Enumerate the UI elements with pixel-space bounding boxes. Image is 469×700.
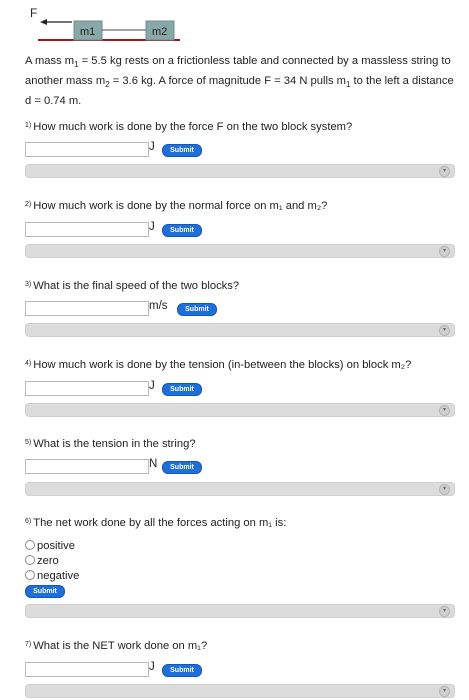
option-zero[interactable]: zero xyxy=(25,555,59,567)
hint-bar-7[interactable]: ▾ xyxy=(25,684,455,698)
question-4-title: 4) How much work is done by the tension (… xyxy=(25,359,412,371)
block-m1-label: m1 xyxy=(80,26,95,38)
submit-button-5[interactable]: Submit xyxy=(162,461,202,474)
unit-label-2: J xyxy=(149,221,155,233)
expand-icon[interactable]: ▾ xyxy=(439,686,450,697)
expand-icon[interactable]: ▾ xyxy=(439,606,450,617)
unit-label-7: J xyxy=(149,661,155,673)
radio-button[interactable] xyxy=(25,570,35,580)
submit-button-3[interactable]: Submit xyxy=(177,303,217,316)
hint-bar-4[interactable]: ▾ xyxy=(25,403,455,417)
submit-button-1[interactable]: Submit xyxy=(162,144,202,157)
expand-icon[interactable]: ▾ xyxy=(439,166,450,177)
expand-icon[interactable]: ▾ xyxy=(439,246,450,257)
unit-label-3: m/s xyxy=(149,300,168,312)
answer-input-4[interactable] xyxy=(25,381,149,396)
radio-button[interactable] xyxy=(25,555,35,565)
answer-input-7[interactable] xyxy=(25,662,149,677)
answer-input-3[interactable] xyxy=(25,301,149,316)
answer-input-1[interactable] xyxy=(25,142,149,157)
answer-input-2[interactable] xyxy=(25,222,149,237)
question-6-title: 6) The net work done by all the forces ac… xyxy=(25,517,287,529)
block-m2-label: m2 xyxy=(152,26,167,38)
force-arrow-head xyxy=(40,19,47,25)
submit-button-2[interactable]: Submit xyxy=(162,224,202,237)
option-negative[interactable]: negative xyxy=(25,570,79,582)
question-7-title: 7) What is the NET work done on m₁? xyxy=(25,640,208,652)
unit-label-1: J xyxy=(149,141,155,153)
question-5-title: 5) What is the tension in the string? xyxy=(25,438,196,450)
hint-bar-1[interactable]: ▾ xyxy=(25,164,455,178)
unit-label-5: N xyxy=(149,458,158,470)
hint-bar-6[interactable]: ▾ xyxy=(25,604,455,618)
expand-icon[interactable]: ▾ xyxy=(439,405,450,416)
question-1-title: 1) How much work is done by the force F o… xyxy=(25,121,353,133)
hint-bar-5[interactable]: ▾ xyxy=(25,482,455,496)
question-2-title: 2) How much work is done by the normal fo… xyxy=(25,200,328,212)
expand-icon[interactable]: ▾ xyxy=(439,484,450,495)
option-positive[interactable]: positive xyxy=(25,540,75,552)
submit-button-6[interactable]: Submit xyxy=(25,585,65,598)
force-label: F xyxy=(30,6,37,20)
submit-button-7[interactable]: Submit xyxy=(162,664,202,677)
question-3-title: 3) What is the final speed of the two blo… xyxy=(25,280,240,292)
blocks-diagram: F m1 m2 xyxy=(30,6,180,41)
expand-icon[interactable]: ▾ xyxy=(439,325,450,336)
unit-label-4: J xyxy=(149,380,155,392)
submit-button-4[interactable]: Submit xyxy=(162,383,202,396)
hint-bar-3[interactable]: ▾ xyxy=(25,323,455,337)
hint-bar-2[interactable]: ▾ xyxy=(25,244,455,258)
radio-button[interactable] xyxy=(25,540,35,550)
answer-input-5[interactable] xyxy=(25,459,149,474)
problem-statement: A mass m1 = 5.5 kg rests on a frictionle… xyxy=(25,55,454,108)
